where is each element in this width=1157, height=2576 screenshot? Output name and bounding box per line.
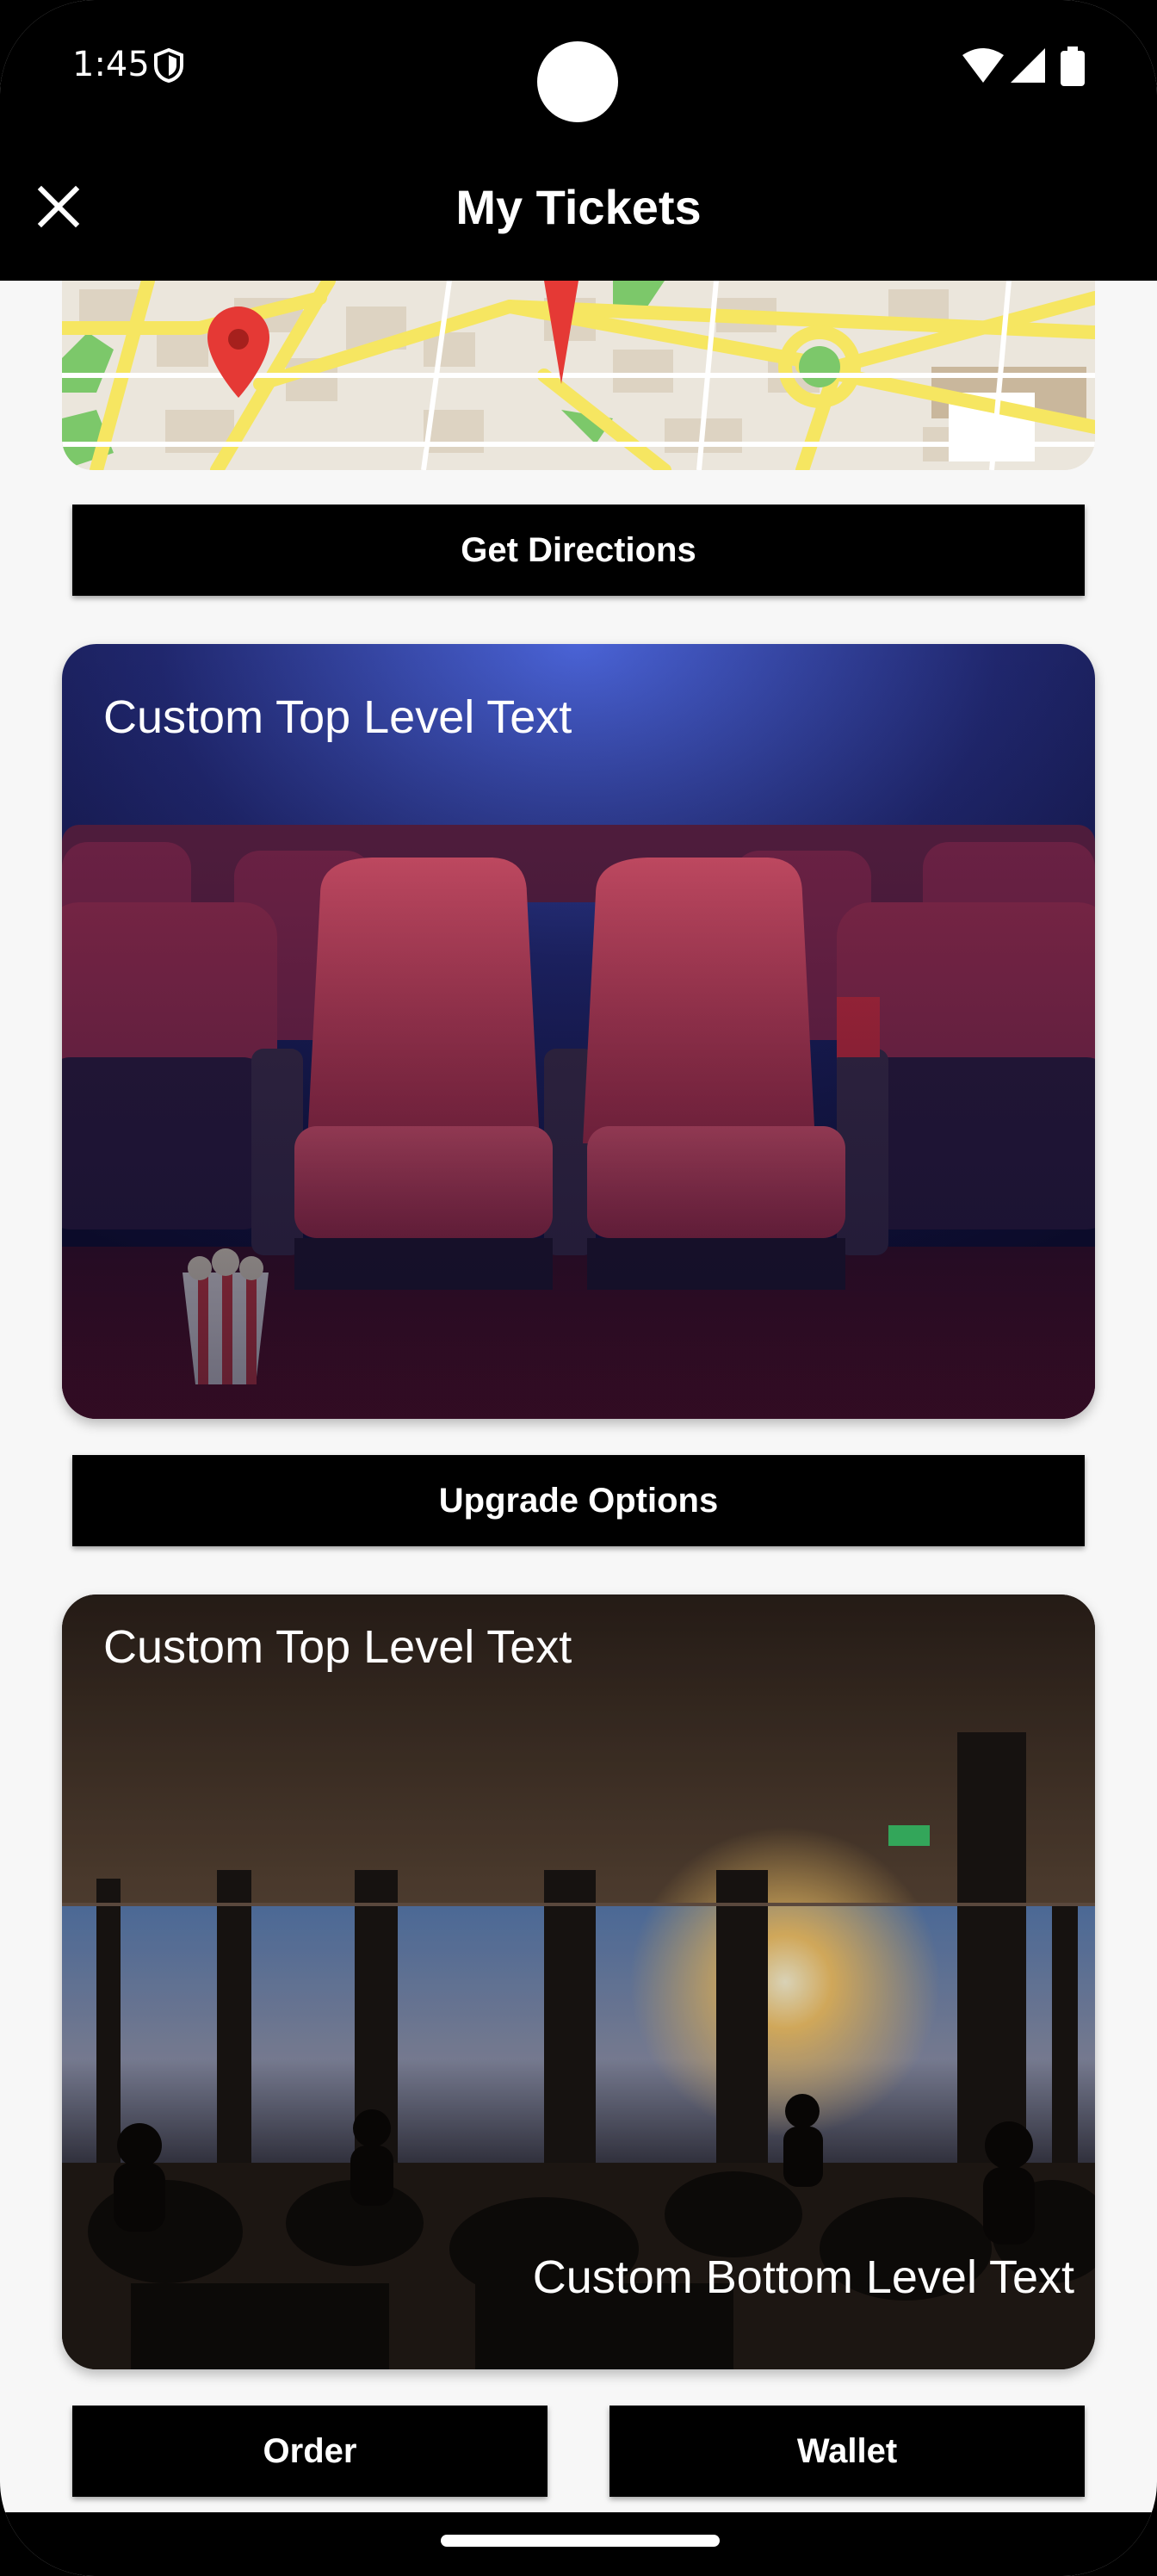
screen: Get Directions Custom Top Level Text Upg… [0,0,1157,2576]
front-camera [537,41,618,122]
signal-icon [1011,48,1045,83]
status-icons [962,46,1085,86]
home-indicator[interactable] [441,2535,720,2547]
card-top-text: Custom Top Level Text [103,691,572,743]
upgrade-options-button[interactable]: Upgrade Options [72,1455,1085,1546]
card-bottom-text: Custom Bottom Level Text [532,2251,1074,2303]
order-button[interactable]: Order [72,2406,548,2497]
map-graphic [62,281,1095,470]
shield-icon [154,48,183,83]
ticket-card-cinema[interactable]: Custom Top Level Text [62,644,1095,1419]
app-bar: 1:45 My Tickets [0,0,1157,281]
wallet-button[interactable]: Wallet [609,2406,1085,2497]
get-directions-button[interactable]: Get Directions [72,505,1085,596]
page-title: My Tickets [455,180,702,234]
navigation-bar [0,2512,1157,2576]
wifi-icon [962,48,1004,83]
status-time: 1:45 [72,45,150,84]
venue-map[interactable] [62,281,1095,470]
ticket-card-restaurant[interactable]: Custom Top Level Text Custom Bottom Leve… [62,1595,1095,2369]
phone-frame: Get Directions Custom Top Level Text Upg… [0,0,1157,2576]
battery-icon [1061,46,1085,86]
cinema-seats-image [62,644,1095,1419]
card-top-text: Custom Top Level Text [103,1621,572,1673]
ticket-content[interactable]: Get Directions Custom Top Level Text Upg… [0,281,1157,2512]
